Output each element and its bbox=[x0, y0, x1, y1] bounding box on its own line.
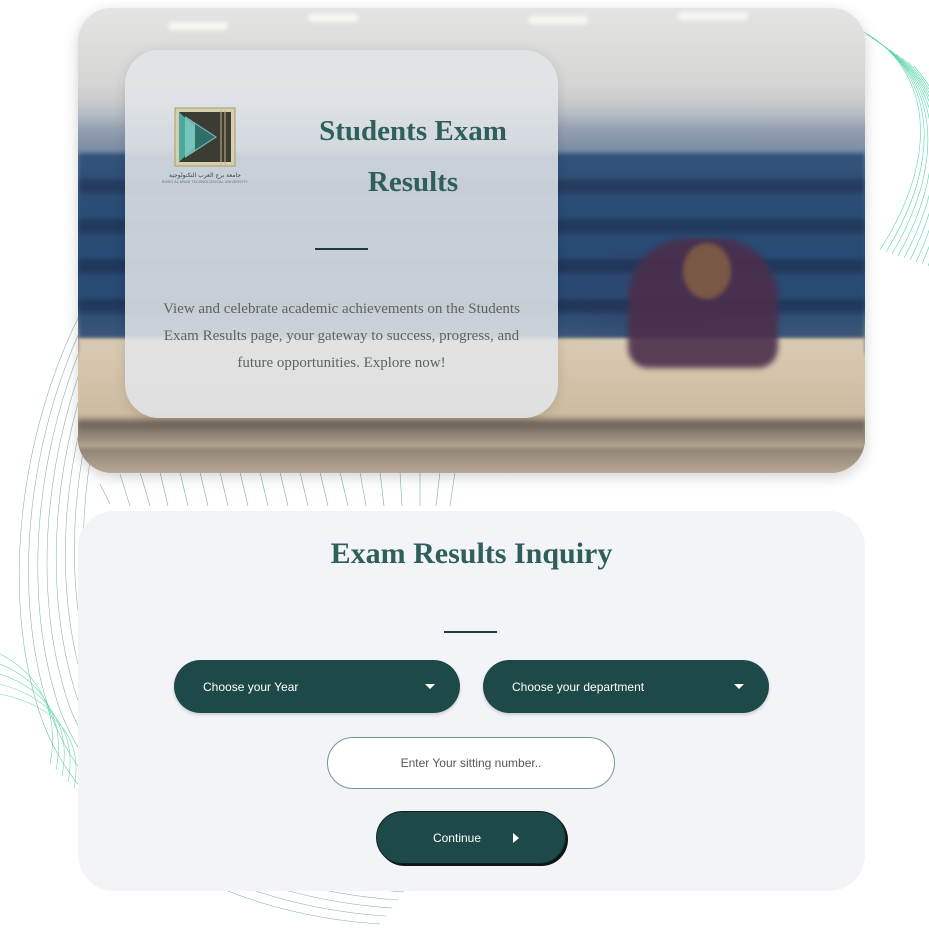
hero-glass-card: جامعة برج العرب التكنولوجية BORG AL ARAB… bbox=[125, 50, 558, 418]
year-select[interactable]: Choose your Year bbox=[174, 660, 460, 713]
caret-down-icon bbox=[734, 684, 744, 689]
continue-button[interactable]: Continue bbox=[376, 811, 566, 864]
inquiry-title: Exam Results Inquiry bbox=[330, 537, 613, 570]
sitting-number-input[interactable] bbox=[327, 737, 615, 789]
ceiling-light bbox=[678, 12, 748, 20]
department-select[interactable]: Choose your department bbox=[483, 660, 769, 713]
exam-inquiry-card: Exam Results Inquiry Choose your Year Ch… bbox=[78, 511, 865, 891]
ceiling-light bbox=[168, 22, 228, 30]
page: جامعة برج العرب التكنولوجية BORG AL ARAB… bbox=[0, 0, 929, 934]
caret-down-icon bbox=[425, 684, 435, 689]
inquiry-title-divider bbox=[444, 631, 497, 633]
caret-right-icon bbox=[513, 832, 520, 843]
ceiling-light bbox=[528, 16, 588, 24]
hero-description: View and celebrate academic achievements… bbox=[163, 301, 520, 371]
department-select-label: Choose your department bbox=[512, 679, 645, 694]
logo-emblem-icon bbox=[174, 107, 236, 167]
hero-background-student-head bbox=[683, 243, 731, 299]
logo-caption-english: BORG AL ARAB TECHNOLOGICAL UNIVERSITY bbox=[162, 180, 248, 184]
university-logo[interactable]: جامعة برج العرب التكنولوجية BORG AL ARAB… bbox=[155, 106, 255, 196]
hero-title: Students Exam Results bbox=[319, 115, 507, 198]
ceiling-light bbox=[308, 14, 358, 22]
logo-caption-arabic: جامعة برج العرب التكنولوجية bbox=[169, 172, 241, 179]
hero-title-divider bbox=[315, 248, 368, 250]
year-select-label: Choose your Year bbox=[203, 679, 299, 694]
hero-banner: جامعة برج العرب التكنولوجية BORG AL ARAB… bbox=[78, 8, 865, 473]
continue-button-label: Continue bbox=[432, 830, 482, 845]
